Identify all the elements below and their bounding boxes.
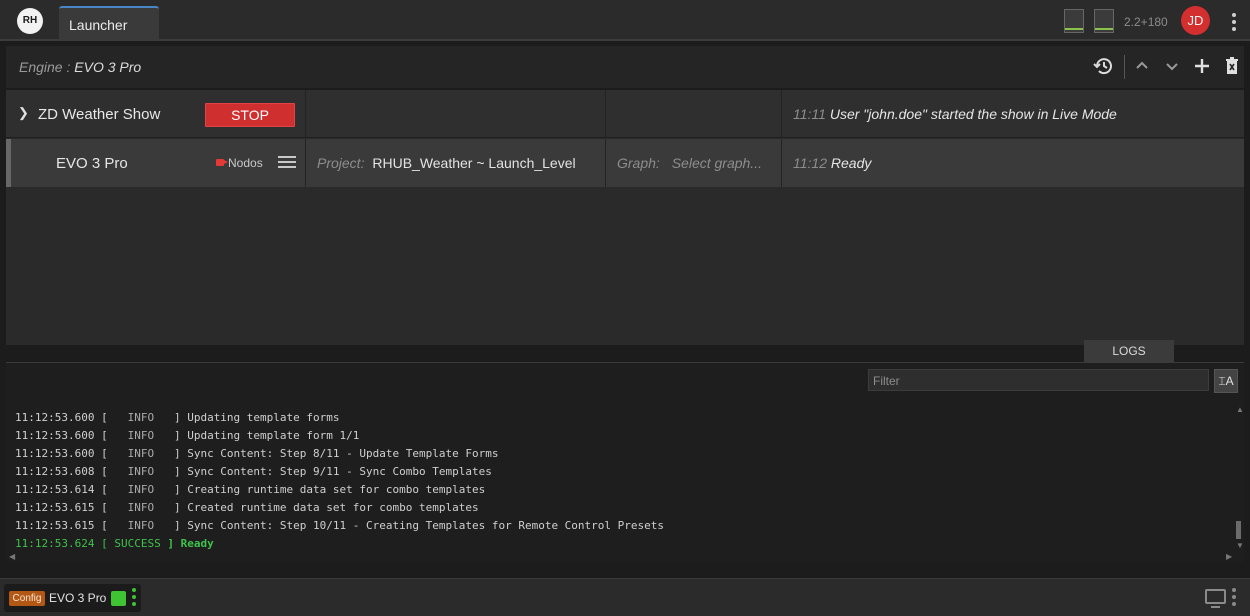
list-icon[interactable] [278, 156, 296, 171]
engine-chip-name: EVO 3 Pro [49, 591, 107, 605]
log-line: 11:12:53.624 [ SUCCESS ] Ready [15, 535, 1225, 553]
performance-meter-icon [1064, 9, 1084, 33]
log-output: 11:12:53.600 [ INFO ] Updating template … [15, 409, 1225, 553]
engine-label-value: EVO 3 Pro [74, 59, 142, 75]
log-message: ] Sync Content: Step 9/11 - Sync Combo T… [173, 465, 492, 478]
history-icon[interactable] [1092, 54, 1116, 78]
show-table: ❯ ZD Weather Show STOP 11:11 User "john.… [6, 90, 1244, 345]
tab-logs[interactable]: LOGS [1084, 340, 1174, 362]
monitor-icon[interactable] [1205, 589, 1226, 608]
project-value: RHUB_Weather ~ Launch_Level [372, 155, 576, 171]
project-label: Project: [317, 155, 365, 171]
config-badge: Config [9, 591, 45, 606]
log-line: 11:12:53.600 [ INFO ] Updating template … [15, 409, 1225, 427]
engine-row[interactable]: EVO 3 Pro Nodos Project: RHUB_Weather ~ … [6, 139, 1244, 187]
project-cell[interactable]: Project: RHUB_Weather ~ Launch_Level [306, 139, 606, 187]
log-message: ] Sync Content: Step 10/11 - Creating Te… [173, 519, 665, 532]
log-level: INFO [107, 429, 174, 442]
show-row[interactable]: ❯ ZD Weather Show STOP 11:11 User "john.… [6, 90, 1244, 138]
log-message: ] Updating template forms [173, 411, 340, 424]
graph-cell [606, 90, 782, 138]
launcher-app: RH Launcher 2.2+180 JD Engine : EVO 3 Pr… [0, 0, 1250, 616]
log-timestamp: 11:12:53.614 [ [15, 483, 108, 496]
show-name: ZD Weather Show [38, 106, 161, 123]
log-timestamp: 11:12:53.615 [ [15, 519, 108, 532]
project-cell [306, 90, 606, 138]
scroll-right-arrow-icon[interactable]: ▶ [1226, 552, 1232, 561]
status-bar: Config EVO 3 Pro [0, 578, 1250, 616]
log-line: 11:12:53.600 [ INFO ] Sync Content: Step… [15, 445, 1225, 463]
version-label: 2.2+180 [1124, 15, 1168, 29]
log-message: ] Ready [167, 537, 214, 550]
nodos-label[interactable]: Nodos [228, 156, 263, 170]
expand-chevron-icon[interactable]: ❯ [18, 105, 29, 121]
log-line: 11:12:53.615 [ INFO ] Sync Content: Step… [15, 517, 1225, 535]
log-timestamp: 11:12:53.624 [ [15, 537, 108, 550]
log-message: ] Sync Content: Step 8/11 - Update Templ… [173, 447, 499, 460]
show-status-cell: 11:11 User "john.doe" started the show i… [782, 90, 1244, 138]
show-status-time: 11:11 [793, 106, 826, 122]
graph-label: Graph: [617, 155, 660, 171]
show-status-message: User "john.doe" started the show in Live… [829, 106, 1117, 122]
engine-name-cell: EVO 3 Pro Nodos [11, 139, 306, 187]
performance-meter-icon [1094, 9, 1114, 33]
log-timestamp: 11:12:53.608 [ [15, 465, 108, 478]
chevron-down-icon[interactable] [1160, 54, 1184, 78]
engine-header: Engine : EVO 3 Pro [6, 46, 1244, 88]
toolbar-separator [1124, 55, 1125, 79]
log-level: SUCCESS [107, 537, 168, 550]
log-level: INFO [107, 519, 174, 532]
log-timestamp: 11:12:53.600 [ [15, 411, 108, 424]
log-level: INFO [107, 465, 174, 478]
video-camera-icon [216, 159, 228, 166]
trash-icon[interactable] [1220, 54, 1244, 78]
filter-input[interactable]: Filter [868, 369, 1209, 391]
chevron-up-icon[interactable] [1130, 54, 1154, 78]
more-vert-icon[interactable] [1232, 588, 1236, 609]
scroll-left-arrow-icon[interactable]: ◀ [9, 552, 15, 561]
log-timestamp: 11:12:53.600 [ [15, 429, 108, 442]
plus-icon[interactable] [1190, 54, 1214, 78]
log-message: ] Created runtime data set for combo tem… [173, 501, 479, 514]
text-wrap-button[interactable]: ⌶A [1214, 369, 1238, 393]
log-line: 11:12:53.600 [ INFO ] Updating template … [15, 427, 1225, 445]
more-vert-icon[interactable] [132, 588, 136, 609]
log-line: 11:12:53.615 [ INFO ] Created runtime da… [15, 499, 1225, 517]
top-bar: RH Launcher 2.2+180 JD [0, 0, 1250, 41]
engine-label-prefix: Engine : [19, 59, 71, 75]
scrollbar-thumb[interactable] [1236, 521, 1241, 539]
stop-button[interactable]: STOP [205, 103, 295, 127]
engine-chip[interactable]: Config EVO 3 Pro [4, 584, 141, 612]
log-message: ] Creating runtime data set for combo te… [173, 483, 486, 496]
engine-label: Engine : EVO 3 Pro [19, 59, 141, 75]
scroll-up-arrow-icon[interactable]: ▲ [1236, 405, 1244, 414]
log-line: 11:12:53.614 [ INFO ] Creating runtime d… [15, 481, 1225, 499]
scroll-down-arrow-icon[interactable]: ▼ [1236, 541, 1244, 550]
logs-panel: Filter ⌶A 11:12:53.600 [ INFO ] Updating… [6, 362, 1244, 562]
more-vert-icon[interactable] [1232, 13, 1236, 34]
engine-status-cell: 11:12 Ready [782, 139, 1244, 187]
rh-logo[interactable]: RH [17, 8, 43, 34]
log-level: INFO [107, 501, 174, 514]
log-level: INFO [107, 411, 174, 424]
log-message: ] Updating template form 1/1 [173, 429, 360, 442]
tab-launcher[interactable]: Launcher [59, 6, 159, 41]
engine-status-message: Ready [830, 155, 872, 171]
graph-select[interactable]: Select graph... [672, 155, 762, 171]
log-level: INFO [107, 447, 174, 460]
user-avatar[interactable]: JD [1181, 6, 1210, 35]
log-level: INFO [107, 483, 174, 496]
engine-name: EVO 3 Pro [56, 155, 128, 172]
log-timestamp: 11:12:53.615 [ [15, 501, 108, 514]
graph-cell[interactable]: Graph: Select graph... [606, 139, 782, 187]
engine-status-time: 11:12 [793, 155, 827, 171]
engine-status-indicator [111, 591, 126, 606]
show-name-cell: ❯ ZD Weather Show STOP [6, 90, 306, 138]
log-timestamp: 11:12:53.600 [ [15, 447, 108, 460]
log-line: 11:12:53.608 [ INFO ] Sync Content: Step… [15, 463, 1225, 481]
